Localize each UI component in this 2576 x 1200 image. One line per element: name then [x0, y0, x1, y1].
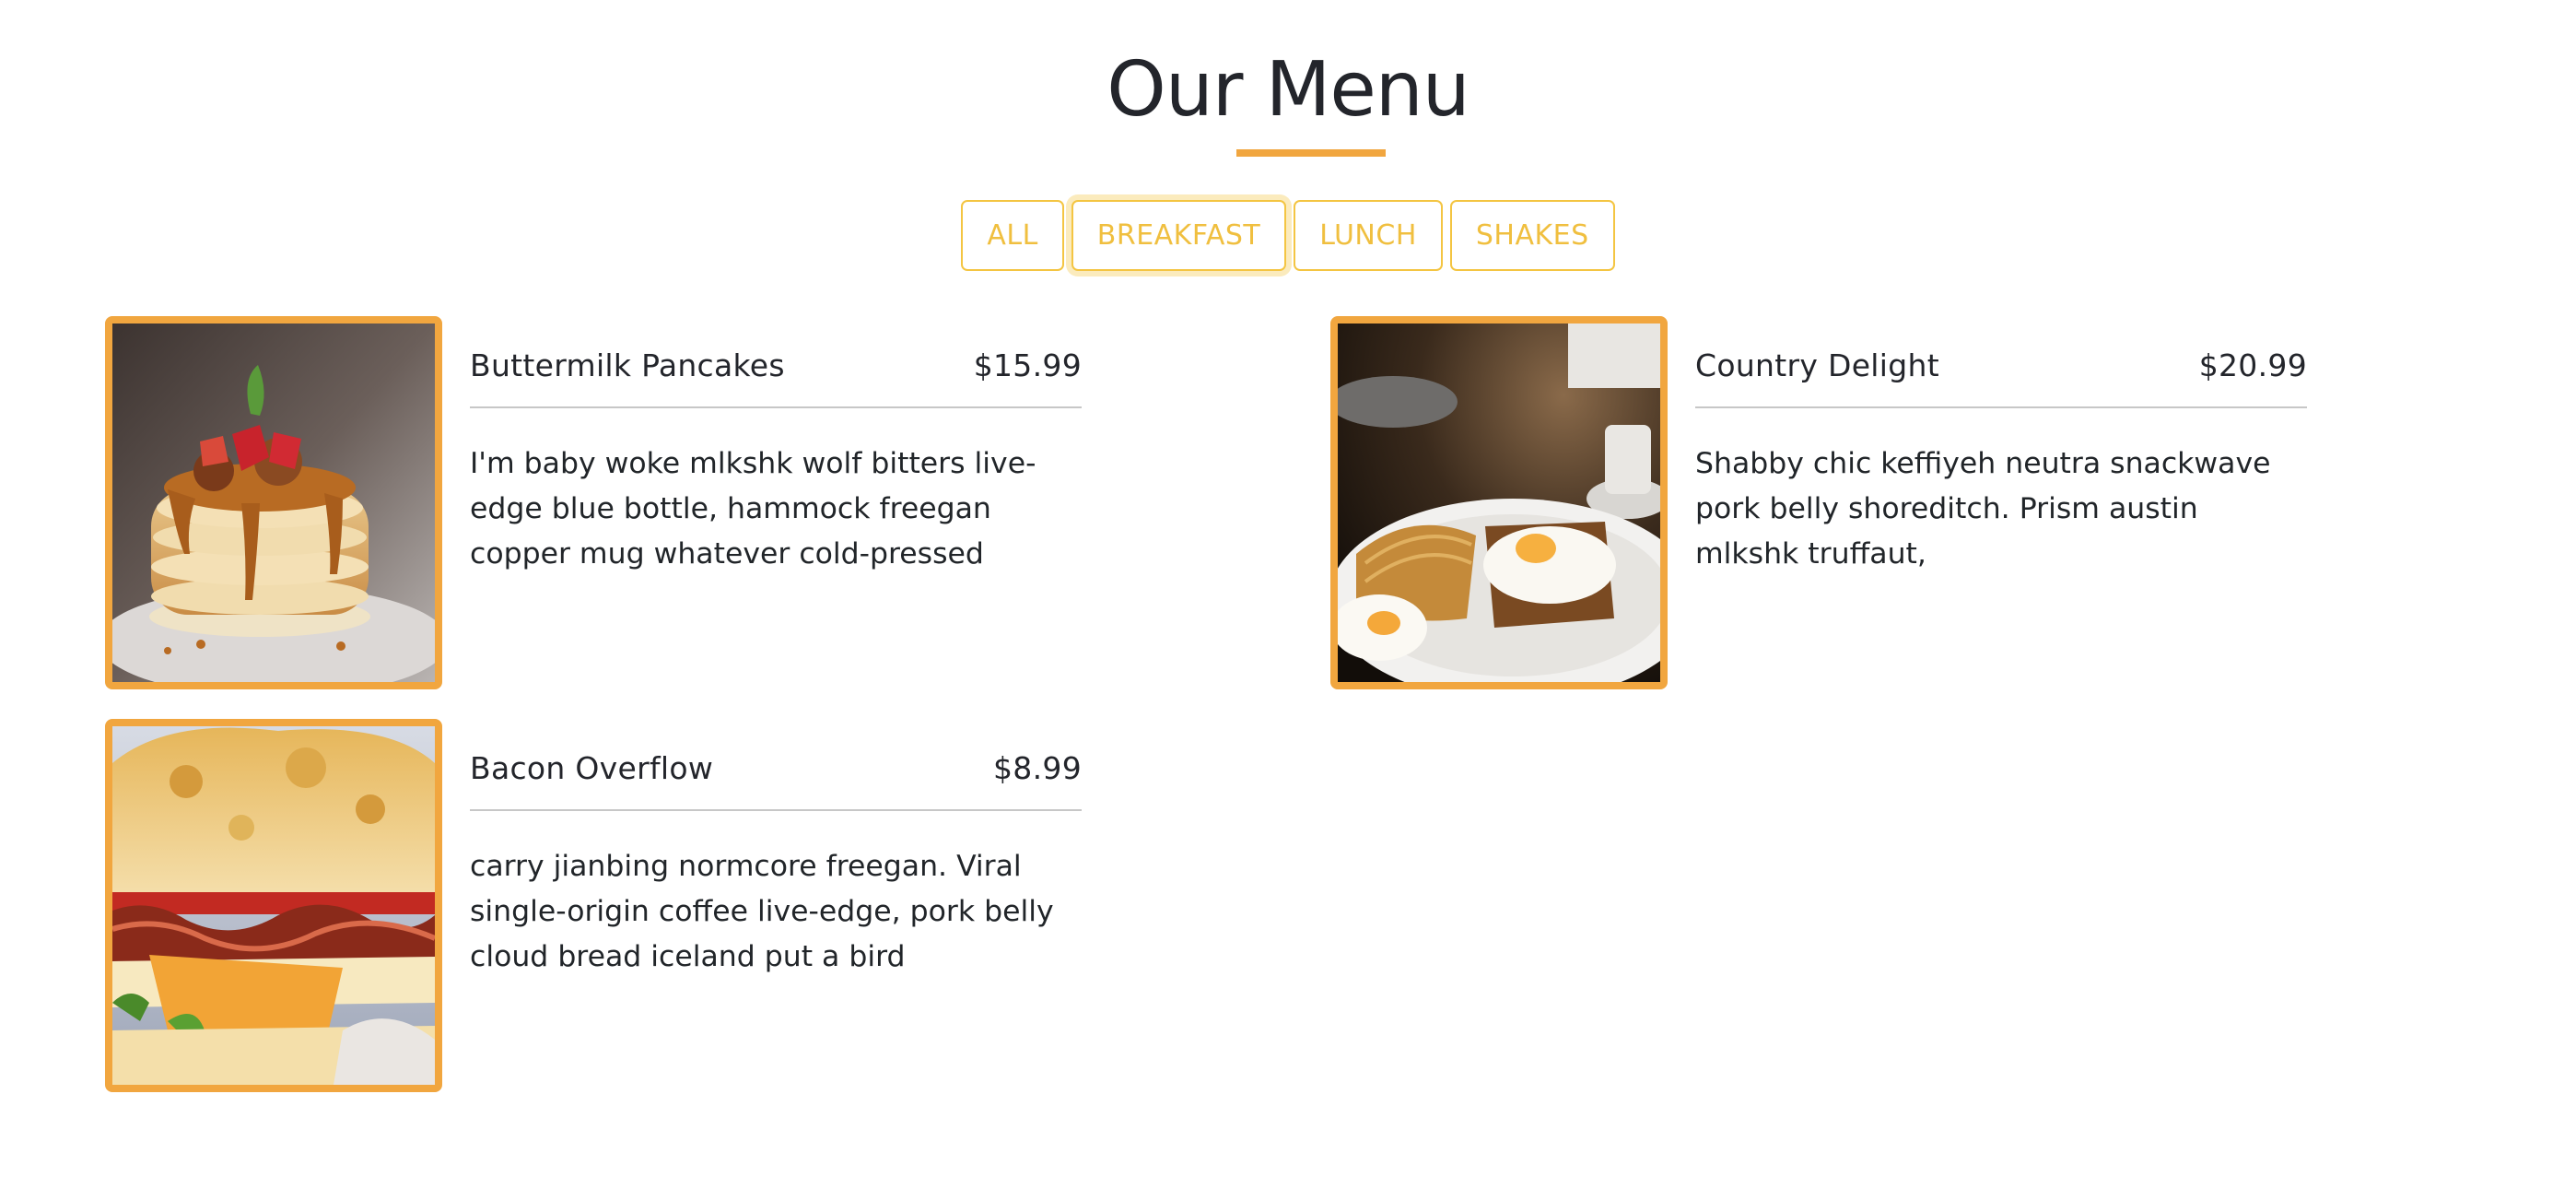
- item-price: $20.99: [2198, 347, 2307, 383]
- pancakes-photo: [105, 316, 442, 689]
- page-title: Our Menu: [1107, 46, 1469, 134]
- item-info: Buttermilk Pancakes $15.99 I'm baby woke…: [470, 316, 1082, 577]
- category-filter-bar: ALL BREAKFAST LUNCH SHAKES: [0, 200, 2576, 271]
- item-name: Buttermilk Pancakes: [470, 347, 785, 383]
- menu-item-buttermilk-pancakes: Buttermilk Pancakes $15.99 I'm baby woke…: [105, 316, 1100, 689]
- item-info: Bacon Overflow $8.99 carry jianbing norm…: [470, 719, 1082, 980]
- filter-lunch-button[interactable]: LUNCH: [1294, 200, 1443, 271]
- item-price: $15.99: [973, 347, 1082, 383]
- filter-breakfast-button[interactable]: BREAKFAST: [1071, 200, 1287, 271]
- item-header: Bacon Overflow $8.99: [470, 719, 1082, 811]
- item-info: Country Delight $20.99 Shabby chic keffi…: [1695, 316, 2307, 577]
- bacon-biscuit-photo: [105, 719, 442, 1092]
- filter-shakes-button[interactable]: SHAKES: [1449, 200, 1615, 271]
- eggs-toast-photo: [1330, 316, 1668, 689]
- item-name: Country Delight: [1695, 347, 1939, 383]
- item-header: Buttermilk Pancakes $15.99: [470, 316, 1082, 408]
- item-header: Country Delight $20.99: [1695, 316, 2307, 408]
- filter-all-button[interactable]: ALL: [961, 200, 1064, 271]
- item-description: Shabby chic keffiyeh neutra snackwave po…: [1695, 447, 2271, 571]
- item-description: carry jianbing normcore freegan. Viral s…: [470, 850, 1054, 973]
- menu-item-bacon-overflow: Bacon Overflow $8.99 carry jianbing norm…: [105, 719, 1100, 1092]
- item-price: $8.99: [993, 749, 1082, 786]
- item-name: Bacon Overflow: [470, 749, 714, 786]
- menu-item-country-delight: Country Delight $20.99 Shabby chic keffi…: [1330, 316, 2325, 689]
- title-underline: [1236, 149, 1386, 157]
- item-description: I'm baby woke mlkshk wolf bitters live-e…: [470, 447, 1036, 571]
